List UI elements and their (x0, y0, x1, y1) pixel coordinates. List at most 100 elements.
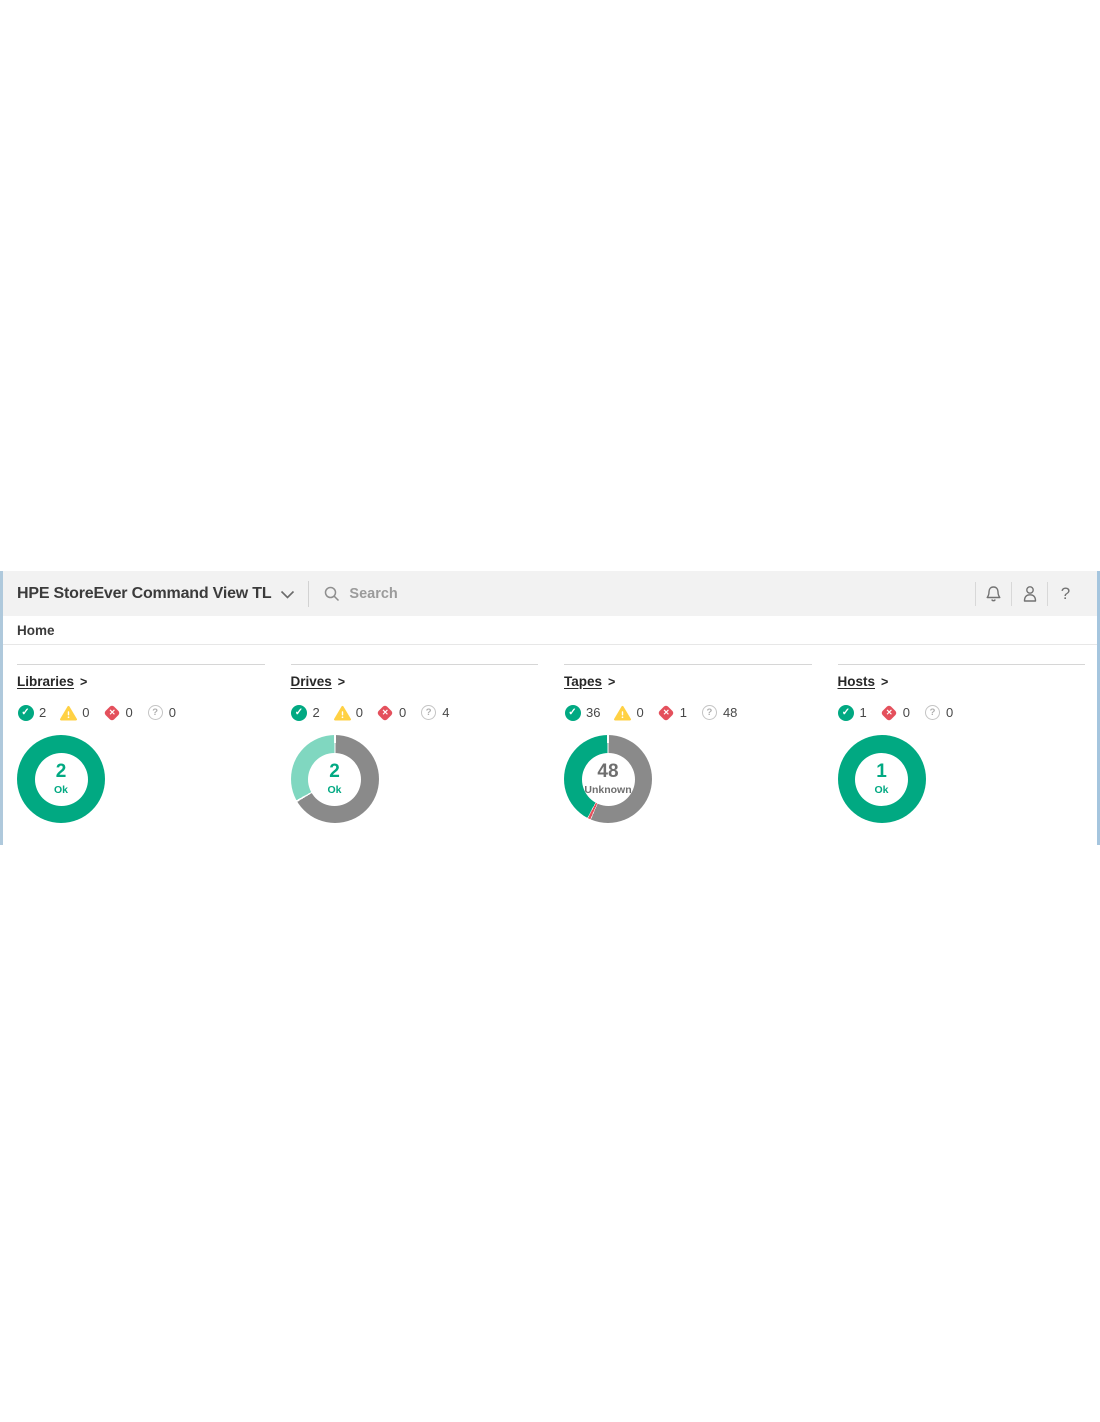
status-item-unknown: ?4 (420, 704, 449, 721)
panel-title-row: Hosts > (838, 674, 1086, 689)
app-title-menu[interactable]: HPE StoreEver Command View TL (17, 585, 295, 603)
donut-chart-hosts: 1 Ok (838, 735, 926, 823)
donut-center: 2 Ok (35, 753, 88, 806)
unknown-status-icon: ? (147, 704, 164, 721)
unknown-status-icon: ? (420, 704, 437, 721)
status-item-error: ✕0 (377, 704, 406, 721)
app-window: HPE StoreEver Command View TL Search (0, 571, 1100, 845)
status-item-unknown: ? 48 (701, 704, 737, 721)
status-item-warning: 0 (614, 704, 643, 721)
header-divider (308, 581, 309, 607)
status-count: 4 (442, 705, 449, 720)
panel-libraries: Libraries>✓20✕0?02Ok (17, 664, 265, 823)
status-count: 0 (356, 705, 363, 720)
search-icon (324, 586, 340, 602)
error-status-icon: ✕ (103, 704, 120, 721)
ok-status-icon: ✓ (838, 704, 855, 721)
donut-center-label: Ok (54, 784, 68, 796)
chevron-right-icon: > (80, 675, 87, 689)
donut-chart-libraries: 2 Ok (17, 735, 105, 823)
donut-center-label: Unknown (584, 784, 631, 796)
status-count: 0 (636, 705, 643, 720)
donut-center-label: Ok (874, 784, 888, 796)
donut-chart-drives: 2 Ok (291, 735, 379, 823)
status-item-ok: ✓2 (291, 704, 320, 721)
status-item-warning: 0 (60, 704, 89, 721)
panel-tapes: Tapes>✓360✕1?4848Unknown (564, 664, 812, 823)
status-summary-row: ✓1✕0?0 (838, 704, 1086, 721)
ok-status-icon: ✓ (17, 704, 34, 721)
warning-status-icon (60, 704, 77, 721)
status-count: 2 (39, 705, 46, 720)
chevron-right-icon: > (881, 675, 888, 689)
panel-link-tapes[interactable]: Tapes (564, 674, 602, 689)
status-item-unknown: ?0 (147, 704, 176, 721)
status-item-unknown: ?0 (924, 704, 953, 721)
account-button[interactable] (1012, 585, 1047, 603)
status-count: 0 (903, 705, 910, 720)
status-count: 1 (860, 705, 867, 720)
status-summary-row: ✓360✕1?48 (564, 704, 812, 721)
status-item-error: ✕0 (103, 704, 132, 721)
chevron-down-icon (280, 590, 295, 599)
status-summary-row: ✓20✕0?4 (291, 704, 539, 721)
status-count: 0 (946, 705, 953, 720)
search-placeholder: Search (349, 586, 397, 602)
search-input[interactable]: Search (324, 586, 975, 602)
breadcrumb: Home (3, 616, 1097, 645)
donut-center-value: 2 (56, 762, 67, 781)
error-status-icon: ✕ (881, 704, 898, 721)
ok-status-icon: ✓ (291, 704, 308, 721)
status-count: 36 (586, 705, 600, 720)
status-item-error: ✕0 (881, 704, 910, 721)
status-count: 0 (169, 705, 176, 720)
donut-center: 48 Unknown (582, 753, 635, 806)
donut-chart-tapes: 48 Unknown (564, 735, 652, 823)
error-status-icon: ✕ (377, 704, 394, 721)
donut-center-label: Ok (327, 784, 341, 796)
warning-status-icon (614, 704, 631, 721)
status-item-ok: ✓ 36 (564, 704, 600, 721)
user-icon (1022, 585, 1038, 603)
donut-center: 2 Ok (308, 753, 361, 806)
notifications-button[interactable] (976, 585, 1011, 603)
warning-status-icon (334, 704, 351, 721)
status-item-warning: 0 (334, 704, 363, 721)
status-item-ok: ✓2 (17, 704, 46, 721)
panel-drives: Drives>✓20✕0?42Ok (291, 664, 539, 823)
error-status-icon: ✕ (658, 704, 675, 721)
panel-title-row: Tapes > (564, 674, 812, 689)
panel-link-drives[interactable]: Drives (291, 674, 332, 689)
bell-icon (985, 585, 1002, 603)
status-count: 0 (82, 705, 89, 720)
app-header: HPE StoreEver Command View TL Search (3, 571, 1097, 616)
status-item-ok: ✓1 (838, 704, 867, 721)
status-count: 2 (313, 705, 320, 720)
unknown-status-icon: ? (924, 704, 941, 721)
status-summary-row: ✓20✕0?0 (17, 704, 265, 721)
panel-link-libraries[interactable]: Libraries (17, 674, 74, 689)
status-count: 48 (723, 705, 737, 720)
breadcrumb-home[interactable]: Home (17, 623, 55, 638)
donut-center-value: 48 (597, 762, 618, 781)
unknown-status-icon: ? (701, 704, 718, 721)
chevron-right-icon: > (608, 675, 615, 689)
donut-center: 1 Ok (855, 753, 908, 806)
panel-link-hosts[interactable]: Hosts (838, 674, 876, 689)
help-icon: ? (1061, 584, 1070, 604)
donut-center-value: 1 (876, 762, 887, 781)
dashboard-panels: Libraries>✓20✕0?02OkDrives>✓20✕0?42OkTap… (3, 645, 1097, 823)
panel-title-row: Drives > (291, 674, 539, 689)
chevron-right-icon: > (338, 675, 345, 689)
help-button[interactable]: ? (1048, 584, 1083, 604)
app-title: HPE StoreEver Command View TL (17, 585, 271, 603)
donut-center-value: 2 (329, 762, 340, 781)
status-count: 0 (399, 705, 406, 720)
status-item-error: ✕1 (658, 704, 687, 721)
status-count: 1 (680, 705, 687, 720)
status-count: 0 (125, 705, 132, 720)
panel-hosts: Hosts>✓1✕0?01Ok (838, 664, 1086, 823)
ok-status-icon: ✓ (564, 704, 581, 721)
header-actions: ? (975, 582, 1083, 606)
panel-title-row: Libraries > (17, 674, 265, 689)
